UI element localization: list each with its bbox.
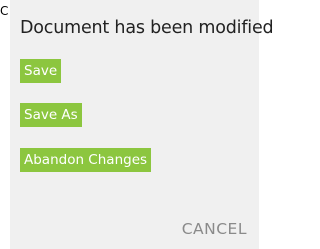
save-as-button[interactable]: Save As: [20, 103, 82, 127]
background-app-text: C: [0, 4, 9, 18]
abandon-changes-button[interactable]: Abandon Changes: [20, 148, 152, 172]
background-app-edge: C: [0, 0, 10, 249]
modified-document-dialog: Document has been modified Save Save As …: [10, 0, 274, 249]
dialog-title: Document has been modified: [20, 18, 274, 38]
cancel-button[interactable]: CANCEL: [182, 220, 247, 238]
save-button[interactable]: Save: [20, 59, 62, 83]
